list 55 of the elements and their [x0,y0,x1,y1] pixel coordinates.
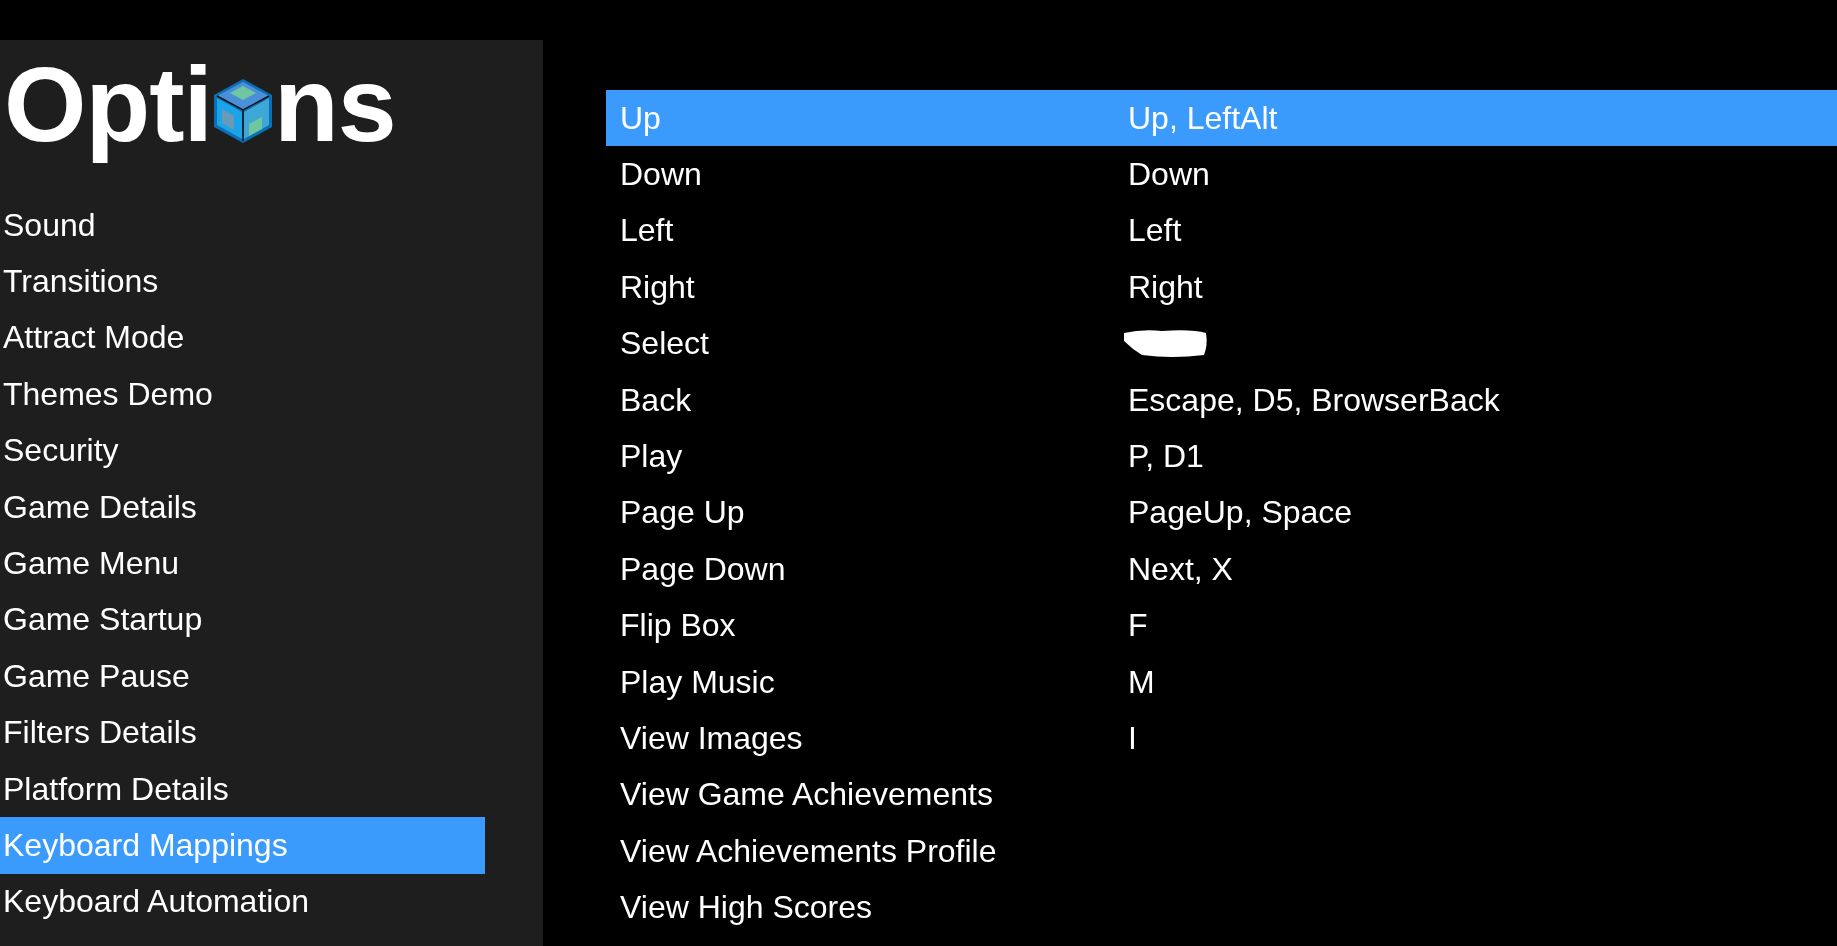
key-binding: I [1127,720,1138,757]
menu-item[interactable]: Security [0,422,485,479]
title-text: Opti [4,44,212,165]
key-binding: F [1127,607,1149,645]
menu-item[interactable]: Game Startup [0,591,485,649]
key-binding: P, D1 [1127,438,1205,476]
mapping-row[interactable]: Left Left [606,202,1837,260]
menu-item[interactable]: Keyboard Automation [0,873,485,931]
mapping-row[interactable]: Right Right [606,259,1837,316]
action-label: Page Up [619,494,746,532]
mapping-row[interactable]: View Images I [606,710,1837,767]
key-binding: M [1127,663,1156,701]
cube-icon [213,79,272,143]
action-label: Flip Box [619,607,737,645]
action-label: View Game Achievements [619,776,994,814]
key-binding: Next, X [1127,550,1234,588]
mapping-row[interactable]: Play Music M [606,653,1837,711]
menu-item[interactable]: Platform Details [0,760,485,818]
action-label: Right [619,268,696,306]
action-label: Play [619,438,684,476]
menu-item[interactable]: Game Menu [0,535,485,592]
action-label: View Achievements Profile [619,832,998,870]
key-binding: Up, LeftAlt [1127,99,1279,137]
key-binding: Down [1127,156,1211,194]
menu-item[interactable]: Themes Demo [0,366,485,423]
mapping-row[interactable]: Page Down Next, X [606,541,1837,598]
mapping-row[interactable]: Select [606,315,1837,372]
title-text: ns [273,44,396,165]
action-label: Page Down [619,550,787,588]
action-label: Down [619,156,703,194]
menu-item[interactable]: Filters Details [0,704,485,761]
action-label: Back [619,381,693,419]
mapping-row[interactable]: Flip Box F [606,597,1837,654]
mapping-row[interactable]: View High Scores [606,879,1837,936]
menu-item[interactable]: Game Details [0,478,485,536]
action-label: View High Scores [619,889,873,927]
key-binding: Left [1127,212,1183,250]
mapping-row[interactable]: Page Up PageUp, Space [606,484,1837,542]
mapping-row[interactable]: Play P, D1 [606,428,1837,485]
menu-item[interactable]: Transitions [0,253,485,310]
action-label: Up [619,99,662,137]
action-label: Select [619,325,710,363]
action-label: Left [619,212,675,250]
mapping-row[interactable]: Back Escape, D5, BrowserBack [606,371,1837,429]
key-binding: Right [1127,268,1204,306]
key-binding: PageUp, Space [1127,494,1354,532]
action-label: View Images [619,720,804,757]
mapping-row[interactable]: View Achievements Profile [606,823,1837,880]
menu-item[interactable]: Sound [0,197,485,254]
mapping-row[interactable]: Down Down [606,146,1837,203]
menu-item[interactable]: Attract Mode [0,309,485,367]
mapping-row[interactable]: View Game Achievements [606,766,1837,824]
key-binding: Escape, D5, BrowserBack [1127,381,1501,419]
action-label: Play Music [619,663,776,701]
menu-item[interactable]: Game Pause [0,648,485,705]
